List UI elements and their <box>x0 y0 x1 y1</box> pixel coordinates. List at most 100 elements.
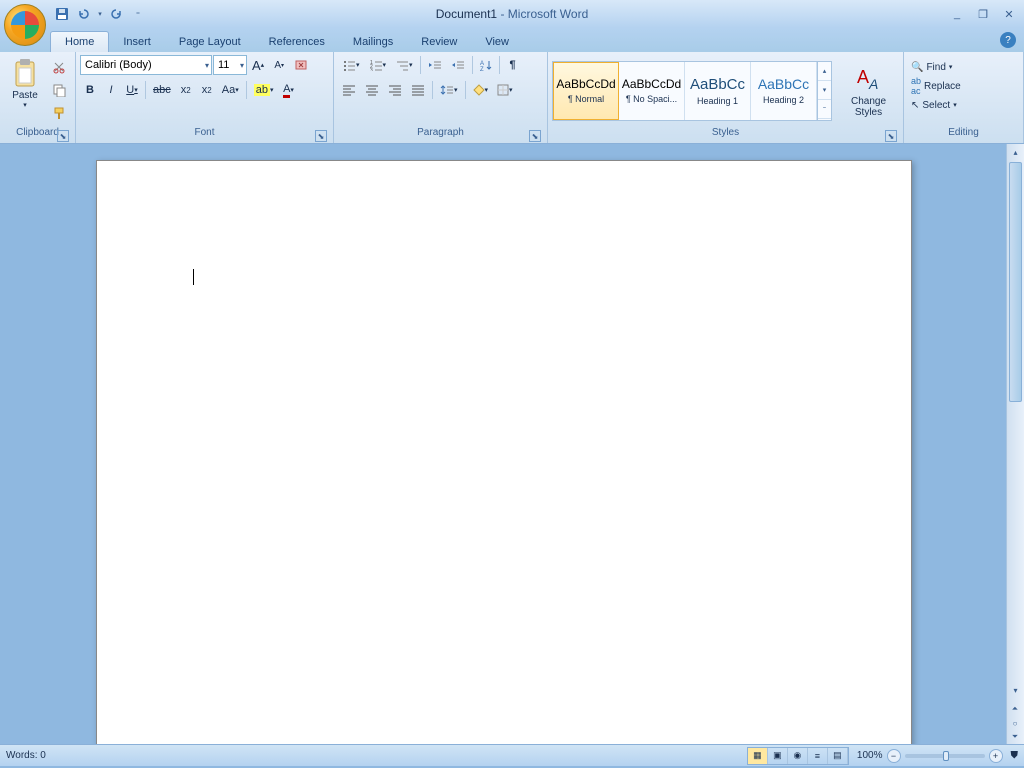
copy-button[interactable] <box>48 79 70 101</box>
styles-dialog-launcher[interactable]: ⬊ <box>885 130 897 142</box>
change-case-button[interactable]: Aa▾ <box>218 79 243 101</box>
format-painter-button[interactable] <box>48 102 70 124</box>
quick-access-toolbar: ▾ ⁼ <box>52 4 148 24</box>
grow-font-button[interactable]: A▴ <box>248 54 268 76</box>
strikethrough-button[interactable]: abc <box>149 79 175 101</box>
align-right-button[interactable] <box>384 79 406 101</box>
change-styles-button[interactable]: AA Change Styles <box>838 60 899 121</box>
bullets-button[interactable]: ▾ <box>338 54 364 76</box>
save-icon[interactable] <box>52 4 72 24</box>
title-bar: ▾ ⁼ Document1 - Microsoft Word _ ❐ ✕ <box>0 0 1024 28</box>
zoom-fit-icon[interactable]: ⛊ <box>1011 750 1019 761</box>
style-normal[interactable]: AaBbCcDd¶ Normal <box>553 62 619 120</box>
paragraph-dialog-launcher[interactable]: ⬊ <box>529 130 541 142</box>
style-heading-1[interactable]: AaBbCcHeading 1 <box>685 62 751 120</box>
clipboard-dialog-launcher[interactable]: ⬊ <box>57 130 69 142</box>
style-heading-2[interactable]: AaBbCcHeading 2 <box>751 62 817 120</box>
minimize-button[interactable]: _ <box>946 6 968 22</box>
svg-text:A: A <box>868 76 878 92</box>
scroll-thumb[interactable] <box>1009 162 1022 402</box>
font-name-combo[interactable]: Calibri (Body) <box>80 55 212 75</box>
decrease-indent-button[interactable] <box>424 54 446 76</box>
zoom-in-button[interactable]: + <box>989 749 1003 763</box>
next-page-button[interactable]: ⏷ <box>1007 730 1023 744</box>
zoom-slider[interactable] <box>905 754 985 758</box>
superscript-button[interactable]: x2 <box>197 79 217 101</box>
undo-icon[interactable] <box>74 4 94 24</box>
tab-page-layout[interactable]: Page Layout <box>165 32 255 52</box>
numbering-button[interactable]: 123▾ <box>365 54 391 76</box>
ribbon-tabs: Home Insert Page Layout References Maili… <box>0 28 1024 52</box>
clipboard-icon <box>9 57 41 89</box>
group-font-label: Font <box>194 127 214 138</box>
line-spacing-button[interactable]: ▾ <box>436 79 462 101</box>
tab-insert[interactable]: Insert <box>109 32 165 52</box>
redo-icon[interactable] <box>106 4 126 24</box>
group-styles-label: Styles <box>712 127 739 138</box>
tab-review[interactable]: Review <box>407 32 471 52</box>
outline-view[interactable]: ≡ <box>808 748 828 764</box>
sort-button[interactable]: AZ <box>476 54 496 76</box>
borders-button[interactable]: ▾ <box>493 79 517 101</box>
scroll-up-icon[interactable]: ▴ <box>1007 144 1024 160</box>
print-layout-view[interactable]: ▦ <box>748 748 768 764</box>
scroll-down-icon[interactable]: ▾ <box>1007 682 1024 698</box>
bold-button[interactable]: B <box>80 79 100 101</box>
replace-button[interactable]: abacReplace <box>908 77 964 95</box>
group-editing-label: Editing <box>948 127 979 138</box>
align-left-button[interactable] <box>338 79 360 101</box>
group-styles: AaBbCcDd¶ Normal AaBbCcDd¶ No Spaci... A… <box>548 52 904 143</box>
group-editing: 🔍Find ▾ abacReplace ↖Select ▾ Editing <box>904 52 1024 143</box>
increase-indent-button[interactable] <box>447 54 469 76</box>
highlight-button[interactable]: ab▾ <box>250 79 278 101</box>
cut-button[interactable] <box>48 56 70 78</box>
restore-button[interactable]: ❐ <box>972 6 994 22</box>
group-paragraph: ▾ 123▾ ▾ AZ ¶ ▾ <box>334 52 548 143</box>
multilevel-list-button[interactable]: ▾ <box>391 54 417 76</box>
previous-page-button[interactable]: ⏶ <box>1007 702 1023 716</box>
find-button[interactable]: 🔍Find ▾ <box>908 58 964 76</box>
ribbon: Paste ▾ Clipboard⬊ Calibri (Body) 11 A▴ … <box>0 52 1024 144</box>
qat-customize-icon[interactable]: ⁼ <box>128 4 148 24</box>
tab-view[interactable]: View <box>471 32 523 52</box>
vertical-scrollbar[interactable]: ▴ ▾ ⏶ ○ ⏷ <box>1006 144 1024 744</box>
align-center-button[interactable] <box>361 79 383 101</box>
zoom-out-button[interactable]: − <box>887 749 901 763</box>
group-clipboard-label: Clipboard <box>16 127 59 138</box>
select-button[interactable]: ↖Select ▾ <box>908 96 964 114</box>
tab-mailings[interactable]: Mailings <box>339 32 407 52</box>
shading-button[interactable]: ▾ <box>469 79 493 101</box>
word-count[interactable]: Words: 0 <box>6 750 46 761</box>
tab-home[interactable]: Home <box>50 31 109 52</box>
full-screen-view[interactable]: ▣ <box>768 748 788 764</box>
style-no-spacing[interactable]: AaBbCcDd¶ No Spaci... <box>619 62 685 120</box>
undo-dropdown-icon[interactable]: ▾ <box>96 4 104 24</box>
font-size-combo[interactable]: 11 <box>213 55 247 75</box>
group-paragraph-label: Paragraph <box>417 127 464 138</box>
replace-icon: abac <box>911 76 921 96</box>
paste-button[interactable]: Paste ▾ <box>4 54 46 112</box>
styles-gallery: AaBbCcDd¶ Normal AaBbCcDd¶ No Spaci... A… <box>552 61 832 121</box>
clear-formatting-button[interactable] <box>290 54 312 76</box>
office-button[interactable] <box>4 4 46 46</box>
draft-view[interactable]: ▤ <box>828 748 848 764</box>
tab-references[interactable]: References <box>255 32 339 52</box>
zoom-level[interactable]: 100% <box>857 750 883 761</box>
web-layout-view[interactable]: ◉ <box>788 748 808 764</box>
document-area[interactable]: ⊞ ▴ ▾ ⏶ ○ ⏷ <box>0 144 1024 744</box>
browse-object-button[interactable]: ○ <box>1007 716 1023 730</box>
font-dialog-launcher[interactable]: ⬊ <box>315 130 327 142</box>
show-hide-button[interactable]: ¶ <box>503 54 523 76</box>
justify-button[interactable] <box>407 79 429 101</box>
underline-button[interactable]: U▾ <box>122 79 142 101</box>
group-font: Calibri (Body) 11 A▴ A▾ B I U▾ abc x2 x2… <box>76 52 334 143</box>
shrink-font-button[interactable]: A▾ <box>269 54 289 76</box>
select-icon: ↖ <box>911 100 919 111</box>
close-button[interactable]: ✕ <box>998 6 1020 22</box>
font-color-button[interactable]: A▾ <box>279 79 299 101</box>
help-button[interactable]: ? <box>1000 32 1016 48</box>
styles-gallery-scroll[interactable]: ▴▾⁼ <box>817 62 831 120</box>
subscript-button[interactable]: x2 <box>176 79 196 101</box>
page[interactable] <box>96 160 912 744</box>
italic-button[interactable]: I <box>101 79 121 101</box>
